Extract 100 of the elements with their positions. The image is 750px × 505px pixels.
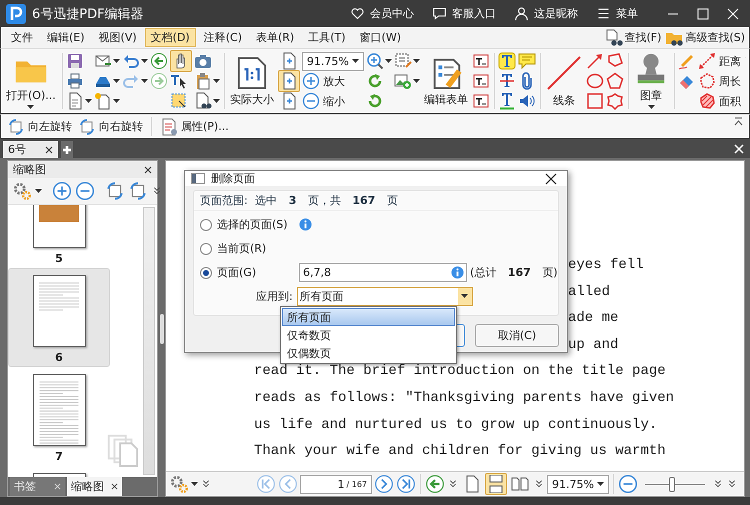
search-button[interactable]: 查找(F): [604, 28, 662, 46]
caret-icon[interactable]: [140, 78, 148, 84]
close-icon[interactable]: [545, 172, 557, 184]
caret-icon[interactable]: [352, 58, 359, 64]
panel-tab[interactable]: 书签: [10, 477, 65, 496]
pentagon-icon[interactable]: [606, 72, 624, 90]
info-icon[interactable]: [451, 266, 464, 279]
menu-item[interactable]: 编辑(E): [41, 28, 91, 47]
stamp-button[interactable]: 图章: [632, 51, 670, 111]
caret-icon[interactable]: [412, 58, 420, 64]
caret-icon[interactable]: [212, 78, 220, 84]
info-icon[interactable]: [299, 218, 312, 231]
more-icon[interactable]: [533, 478, 545, 490]
new-document-icon[interactable]: [94, 92, 112, 110]
rotate-right-button[interactable]: 向右旋转: [78, 118, 143, 136]
cancel-button[interactable]: 取消(C): [475, 324, 559, 347]
document-tab[interactable]: 6号: [3, 141, 58, 158]
dropdown-option[interactable]: 所有页面: [282, 308, 455, 326]
caret-icon[interactable]: [384, 58, 392, 64]
close-icon[interactable]: [45, 146, 53, 154]
rotate-icon[interactable]: [366, 72, 384, 90]
camera-icon[interactable]: [194, 52, 212, 70]
text-field-icon[interactable]: [472, 72, 490, 90]
zoom-in-icon[interactable]: [52, 181, 72, 201]
menu-item[interactable]: 注释(C): [198, 28, 248, 47]
menu-item[interactable]: 文档(D): [144, 28, 196, 47]
menu-item[interactable]: 文件: [5, 28, 39, 47]
radio-button[interactable]: 页面(G): [200, 265, 296, 280]
gear-icon[interactable]: [12, 181, 32, 201]
page-layout-button[interactable]: [485, 473, 507, 495]
note-icon[interactable]: [518, 52, 536, 70]
maximize-icon[interactable]: [696, 6, 710, 20]
page-thumbnail[interactable]: 6: [8, 268, 110, 367]
line-button[interactable]: 线条: [544, 51, 584, 111]
open-button[interactable]: 打开(O)...: [4, 51, 58, 111]
highlight-text-icon[interactable]: [498, 52, 516, 70]
apply-select[interactable]: 所有页面: [296, 287, 473, 306]
page-thumbnail[interactable]: 7: [8, 367, 110, 466]
menu-item[interactable]: 窗口(W): [354, 28, 407, 47]
text-field-icon[interactable]: [472, 52, 490, 70]
measure-button[interactable]: 面积: [698, 92, 742, 110]
save-icon[interactable]: [66, 52, 84, 70]
caret-icon[interactable]: [191, 482, 198, 486]
header-link[interactable]: 这是昵称: [514, 6, 578, 21]
gear-icon[interactable]: [169, 474, 189, 494]
text-box-icon[interactable]: [394, 52, 412, 70]
underline-icon[interactable]: [498, 92, 516, 110]
edit-form-button[interactable]: 编辑表单: [422, 51, 470, 111]
panel-tab[interactable]: 缩略图: [67, 477, 122, 496]
dropdown-option[interactable]: 仅偶数页: [282, 344, 455, 362]
printer-icon[interactable]: [66, 72, 84, 90]
more-icon[interactable]: [151, 185, 163, 197]
ellipse-icon[interactable]: [586, 72, 604, 90]
close-icon[interactable]: [111, 483, 118, 490]
more-icon[interactable]: [447, 478, 459, 490]
header-link[interactable]: 客服入口: [432, 6, 496, 21]
caret-icon[interactable]: [648, 105, 655, 110]
caret-icon[interactable]: [27, 105, 34, 110]
text-field-icon[interactable]: [472, 92, 490, 110]
slider-thumb[interactable]: [669, 476, 675, 492]
rotate-left-button[interactable]: 向左旋转: [7, 118, 72, 136]
caret-icon[interactable]: [112, 78, 120, 84]
menu-item[interactable]: 表单(R): [250, 28, 300, 47]
zoom-select[interactable]: 91.75%: [547, 474, 609, 494]
scrollbar[interactable]: [143, 207, 155, 475]
dropdown-button[interactable]: [458, 288, 472, 305]
text-select-icon[interactable]: [170, 72, 188, 90]
last-page-icon[interactable]: [396, 474, 416, 494]
add-image-icon[interactable]: [394, 72, 412, 90]
menu-item[interactable]: 视图(V): [92, 28, 143, 47]
new-tab-button[interactable]: [61, 141, 73, 158]
caret-icon[interactable]: [412, 78, 420, 84]
next-page-icon[interactable]: [374, 474, 394, 494]
area-select-icon[interactable]: [170, 92, 188, 110]
caret-icon[interactable]: [212, 98, 220, 104]
caret-icon[interactable]: [112, 58, 120, 64]
zoom-out-button[interactable]: 缩小: [302, 92, 345, 110]
page-thumbnail[interactable]: 5: [8, 205, 110, 268]
splitter-handle[interactable]: [160, 314, 164, 344]
zoom-out-icon[interactable]: [618, 474, 638, 494]
cloud-shape-icon[interactable]: [606, 92, 624, 110]
measure-button[interactable]: 周长: [698, 72, 742, 90]
zoom-out-icon[interactable]: [75, 181, 95, 201]
more-icon[interactable]: [200, 478, 212, 490]
arrow-icon[interactable]: [586, 52, 604, 70]
zoom-in-icon[interactable]: [366, 52, 384, 70]
caret-icon[interactable]: [112, 98, 120, 104]
caret-icon[interactable]: [35, 188, 42, 194]
actual-size-button[interactable]: 实际大小: [228, 51, 276, 111]
radio-button[interactable]: 当前页(R): [200, 241, 296, 256]
header-link[interactable]: 会员中心: [350, 6, 414, 21]
caret-icon[interactable]: [84, 98, 92, 104]
zoom-select[interactable]: 91.75%: [302, 52, 364, 70]
close-icon[interactable]: [144, 166, 152, 174]
hand-tool-button[interactable]: [170, 50, 192, 72]
page-field[interactable]: 1 / 167: [300, 474, 372, 494]
caret-icon[interactable]: [140, 58, 148, 64]
strikethrough-icon[interactable]: [498, 72, 516, 90]
more-icon[interactable]: [726, 478, 738, 490]
radio-button[interactable]: 选择的页面(S): [200, 217, 296, 232]
